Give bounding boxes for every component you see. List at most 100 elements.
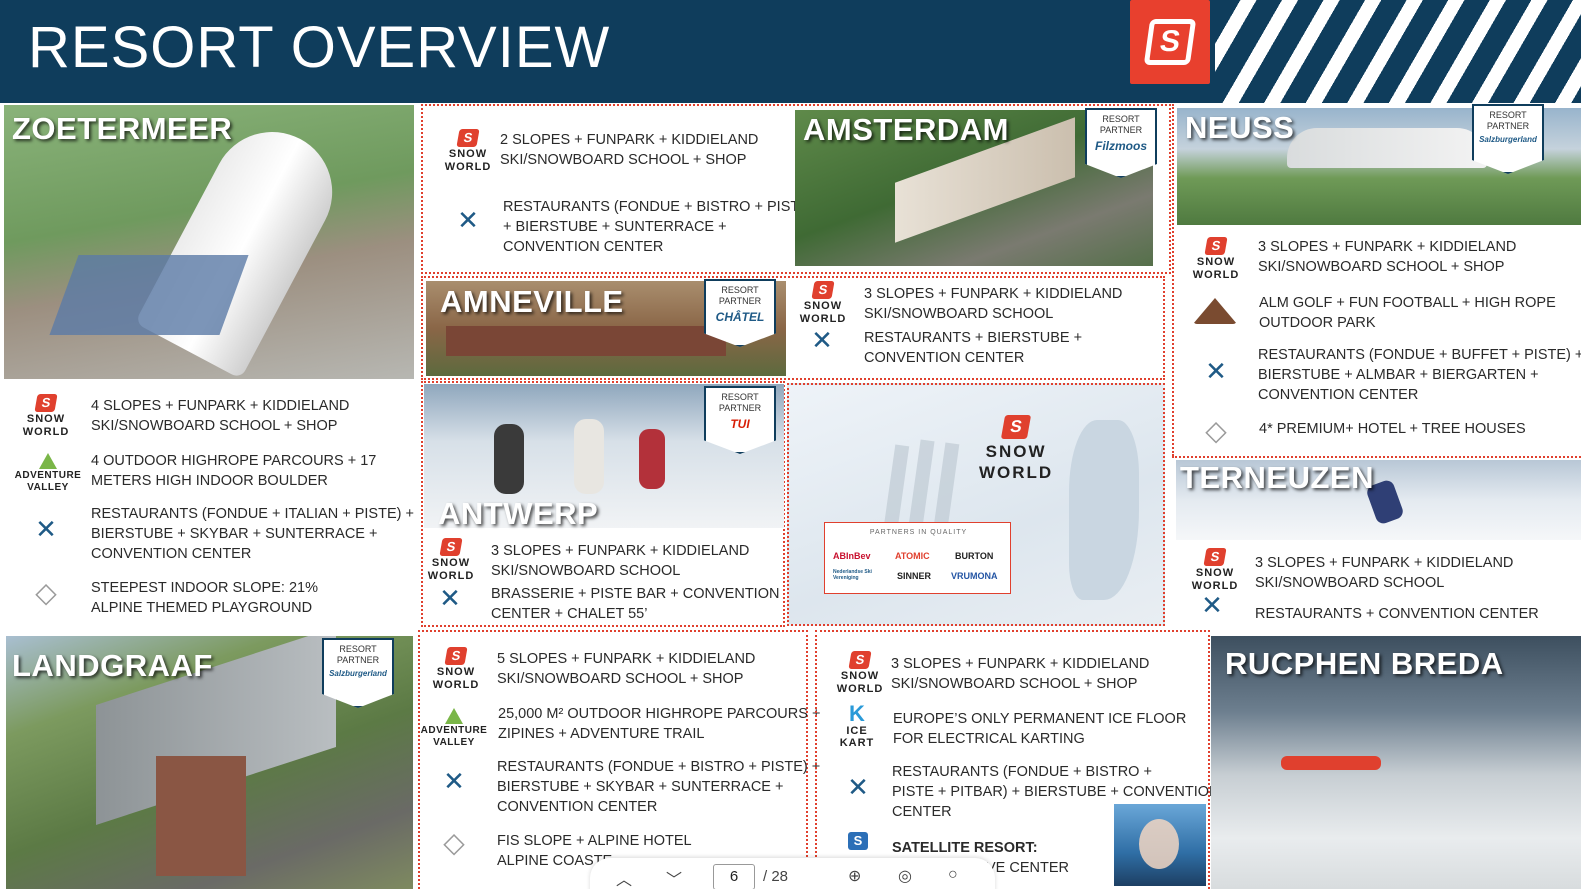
- diamond-icon: ◇: [443, 827, 465, 858]
- pdf-page-navigation: ︿ ﹀ 6 / 28 ⊕ ◎ ○: [590, 858, 995, 889]
- terneuzen-line: 3 SLOPES + FUNPARK + KIDDIELAND: [1255, 555, 1514, 571]
- mountain-icon: [1192, 296, 1238, 326]
- neuss-line: 4* PREMIUM+ HOTEL + TREE HOUSES: [1259, 421, 1526, 437]
- neuss-line: RESTAURANTS (FONDUE + BUFFET + PISTE) +: [1258, 347, 1581, 363]
- partner-logo: Nederlandse Ski Vereniging: [833, 569, 872, 581]
- search-icon[interactable]: ○: [948, 866, 958, 884]
- cutlery-icon: ✕: [457, 205, 479, 235]
- amsterdam-line: CONVENTION CENTER: [503, 239, 664, 255]
- rucphen-line: PISTE + PITBAR) + BIERSTUBE + CONVENTION: [892, 784, 1220, 800]
- rucphen-line: SKI/SNOWBOARD SCHOOL + SHOP: [891, 676, 1138, 692]
- amneville-title: AMNEVILLE: [440, 284, 624, 319]
- fit-page-icon[interactable]: ◎: [898, 866, 912, 886]
- zoetermeer-title: ZOETERMEER: [12, 111, 233, 146]
- neuss-line: ALM GOLF + FUN FOOTBALL + HIGH ROPE: [1259, 295, 1556, 311]
- stripe-decoration: [1215, 0, 1581, 103]
- partner-logo: SINNER: [897, 571, 932, 581]
- terneuzen-title: TERNEUZEN: [1180, 460, 1374, 495]
- snow-world-icon: S SNOW WORLD: [432, 647, 480, 691]
- chevron-down-icon[interactable]: ﹀: [666, 866, 682, 889]
- amsterdam-partner-name: Filzmoos: [1094, 139, 1147, 153]
- rucphen-line: FOR ELECTRICAL KARTING: [893, 731, 1085, 747]
- partner-logo: ATOMIC: [895, 551, 930, 561]
- amsterdam-title: AMSTERDAM: [803, 112, 1009, 147]
- cutlery-icon: ✕: [1201, 590, 1223, 620]
- resort-partner-badge: RESORT PARTNER TUI: [704, 386, 776, 454]
- landgraaf-line: RESTAURANTS (FONDUE + BISTRO + PISTE) +: [497, 759, 821, 775]
- rucphen-line: EUROPE’S ONLY PERMANENT ICE FLOOR: [893, 711, 1187, 727]
- resort-partner-badge: RESORT PARTNER Salzburgerland: [1472, 104, 1544, 174]
- antwerp-line: BRASSERIE + PISTE BAR + CONVENTION: [491, 586, 780, 602]
- partner-logo: ABInBev: [833, 551, 871, 561]
- neuss-line: BIERSTUBE + ALMBAR + BIERGARTEN +: [1258, 367, 1539, 383]
- resort-map: S SNOW WORLD PARTNERS IN QUALITY ABInBev…: [787, 383, 1165, 626]
- landgraaf-line: 25,000 M² OUTDOOR HIGHROPE PARCOURS +: [498, 706, 821, 722]
- neuss-line: CONVENTION CENTER: [1258, 387, 1419, 403]
- page-title: RESORT OVERVIEW: [28, 15, 611, 80]
- neuss-line: 3 SLOPES + FUNPARK + KIDDIELAND: [1258, 239, 1517, 255]
- zoetermeer-line: CONVENTION CENTER: [91, 546, 252, 562]
- terneuzen-line: RESTAURANTS + CONVENTION CENTER: [1255, 606, 1539, 622]
- adventure-valley-icon: ADVENTURE VALLEY: [8, 450, 88, 496]
- amneville-line: SKI/SNOWBOARD SCHOOL: [864, 306, 1054, 322]
- neuss-line: OUTDOOR PARK: [1259, 315, 1376, 331]
- zoom-in-icon[interactable]: ⊕: [848, 866, 861, 886]
- cutlery-icon: ✕: [443, 766, 465, 796]
- neuss-line: SKI/SNOWBOARD SCHOOL + SHOP: [1258, 259, 1505, 275]
- landgraaf-line: BIERSTUBE + SKYBAR + SUNTERRACE +: [497, 779, 784, 795]
- amneville-line: 3 SLOPES + FUNPARK + KIDDIELAND: [864, 286, 1123, 302]
- zoetermeer-line: BIERSTUBE + SKYBAR + SUNTERRACE +: [91, 526, 378, 542]
- antwerp-line: SKI/SNOWBOARD SCHOOL: [491, 563, 681, 579]
- cutlery-icon: ✕: [847, 772, 869, 802]
- rucphen-line: CENTER: [892, 804, 952, 820]
- neuss-title: NEUSS: [1185, 110, 1295, 145]
- resort-partner-badge: RESORT PARTNER CHÂTEL: [704, 279, 776, 347]
- snow-world-icon: S SNOW WORLD: [799, 281, 847, 325]
- antwerp-partner-name: TUI: [730, 417, 750, 431]
- amsterdam-line: + BIERSTUBE + SUNTERRACE +: [503, 219, 727, 235]
- antwerp-line: CENTER + CHALET 55’: [491, 606, 648, 622]
- diamond-icon: ◇: [1205, 415, 1227, 446]
- partners-box: PARTNERS IN QUALITY ABInBev ATOMIC BURTO…: [824, 522, 1011, 594]
- amsterdam-line: 2 SLOPES + FUNPARK + KIDDIELAND: [500, 132, 759, 148]
- resort-partner-badge: RESORT PARTNER Filzmoos: [1085, 108, 1157, 178]
- snow-world-icon: S SNOW WORLD: [1191, 548, 1239, 592]
- page-number-input[interactable]: 6: [713, 864, 755, 889]
- cutlery-icon: ✕: [35, 514, 57, 544]
- snow-world-icon: S SNOW WORLD: [1192, 237, 1240, 281]
- amneville-line: CONVENTION CENTER: [864, 350, 1025, 366]
- rucphen-line: 3 SLOPES + FUNPARK + KIDDIELAND: [891, 656, 1150, 672]
- indoor-skydiving-photo: [1114, 804, 1206, 886]
- satellite-resort-icon: S: [846, 830, 870, 852]
- rucphen-line: RESTAURANTS (FONDUE + BISTRO +: [892, 764, 1152, 780]
- zoetermeer-line: SKI/SNOWBOARD SCHOOL + SHOP: [91, 418, 338, 434]
- resort-partner-badge: RESORT PARTNER Salzburgerland: [322, 638, 394, 708]
- slide: RESORT OVERVIEW S ZOETERMEER S SNOW WORLD …: [0, 0, 1581, 889]
- cutlery-icon: ✕: [1205, 356, 1227, 386]
- snow-world-icon: S SNOW WORLD: [444, 129, 492, 173]
- amsterdam-line: RESTAURANTS (FONDUE + BISTRO + PISTE): [503, 199, 814, 215]
- landgraaf-line: SKI/SNOWBOARD SCHOOL + SHOP: [497, 671, 744, 687]
- cutlery-icon: ✕: [439, 583, 461, 613]
- rucphen-title: RUCPHEN BREDA: [1225, 646, 1504, 681]
- map-snow-world-logo: S SNOW WORLD: [979, 415, 1054, 482]
- zoetermeer-line: 4 SLOPES + FUNPARK + KIDDIELAND: [91, 398, 350, 414]
- rucphen-line: VE CENTER: [986, 860, 1069, 876]
- snow-world-logo-icon: S: [1130, 0, 1210, 84]
- landgraaf-line: ZIPINES + ADVENTURE TRAIL: [498, 726, 705, 742]
- rucphen-line: SATELLITE RESORT:: [892, 840, 1038, 856]
- header-bar: RESORT OVERVIEW S: [0, 0, 1581, 103]
- zoetermeer-line: METERS HIGH INDOOR BOULDER: [91, 473, 328, 489]
- netherlands-map-shape: [1069, 420, 1139, 600]
- antwerp-line: 3 SLOPES + FUNPARK + KIDDIELAND: [491, 543, 750, 559]
- snow-world-icon: S SNOW WORLD: [22, 394, 70, 438]
- ice-kart-icon: K ICE KART: [839, 701, 875, 750]
- chevron-up-icon[interactable]: ︿: [616, 866, 632, 889]
- zoetermeer-line: RESTAURANTS (FONDUE + ITALIAN + PISTE) +: [91, 506, 414, 522]
- amneville-partner-name: CHÂTEL: [715, 310, 765, 324]
- landgraaf-partner-name: Salzburgerland: [329, 669, 387, 678]
- cutlery-icon: ✕: [811, 325, 833, 355]
- partner-logo: VRUMONA: [951, 571, 998, 581]
- diamond-icon: ◇: [35, 577, 57, 608]
- zoetermeer-line: 4 OUTDOOR HIGHROPE PARCOURS + 17: [91, 453, 377, 469]
